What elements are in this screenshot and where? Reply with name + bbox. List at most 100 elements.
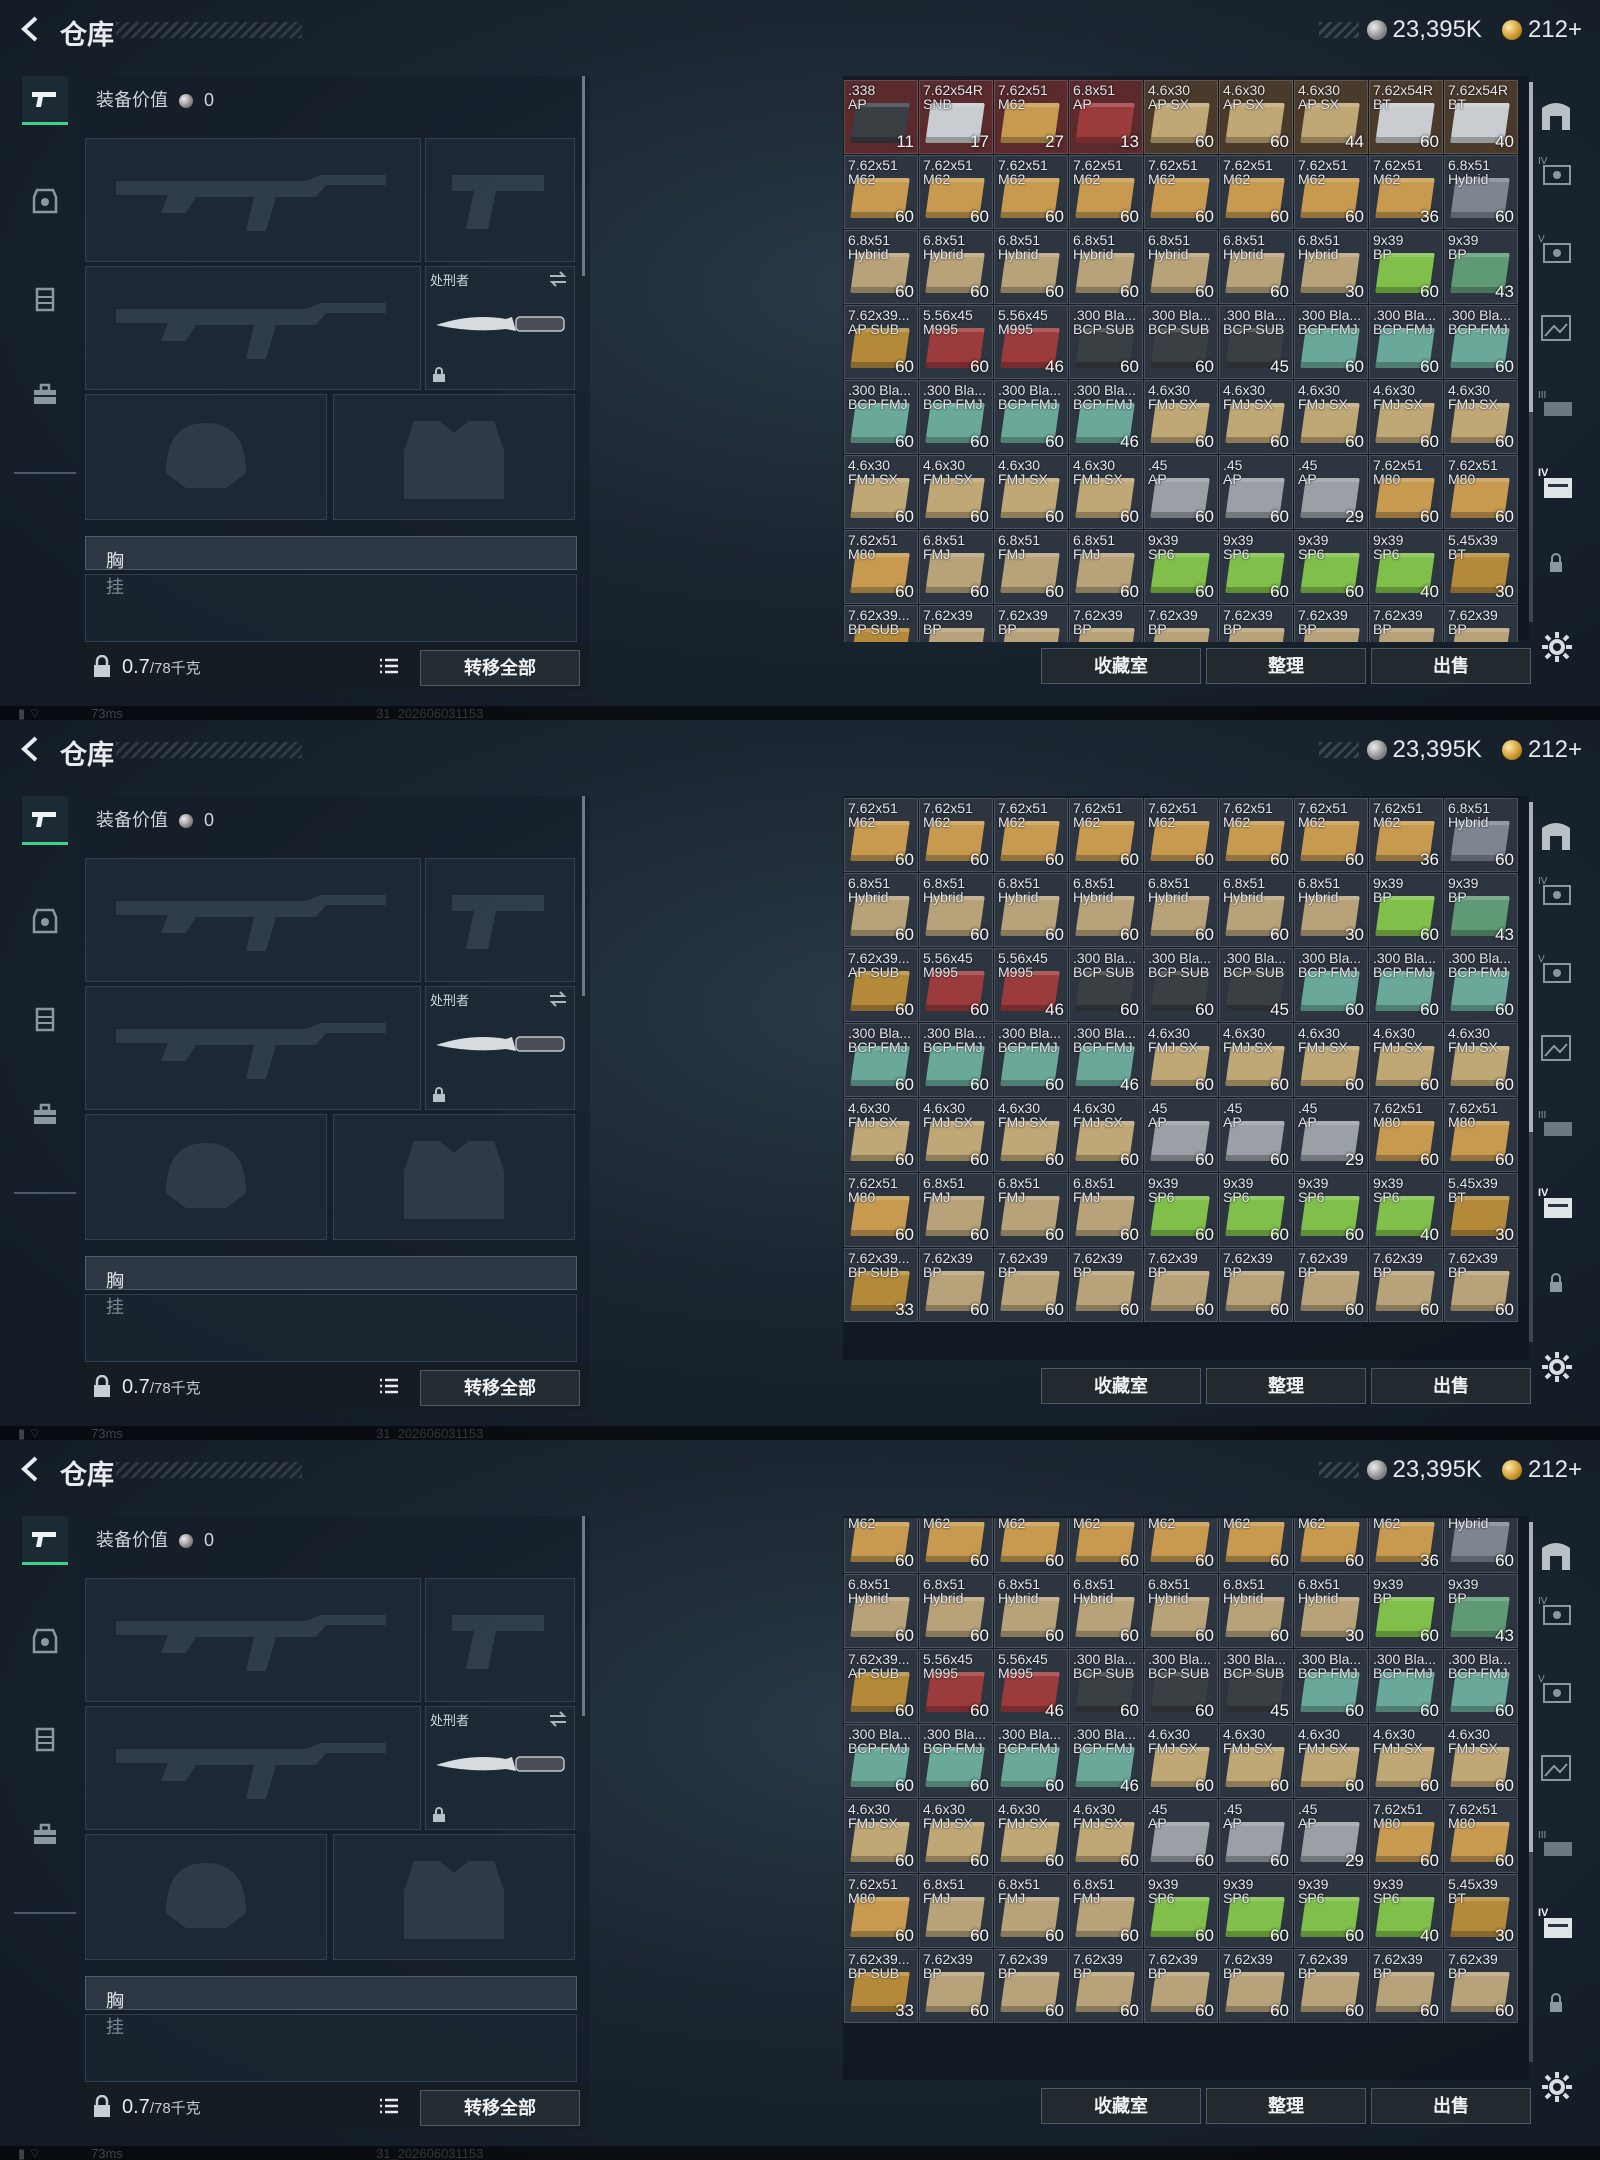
- chest-rig-slot[interactable]: [85, 574, 577, 642]
- pistol-slot[interactable]: [425, 1578, 575, 1702]
- safe-container-icon[interactable]: [1536, 96, 1576, 136]
- pistol-slot[interactable]: [425, 858, 575, 982]
- ammo-item[interactable]: 4.6x30 FMJ SX 60: [1294, 380, 1368, 454]
- ammo-item[interactable]: 4.6x30 AP SX 60: [1219, 80, 1293, 154]
- ammo-item[interactable]: .300 Bla... BCP FMJ 60: [844, 1724, 918, 1798]
- ammo-item[interactable]: .45 AP 60: [1144, 455, 1218, 529]
- ammo-item[interactable]: 9x39 SP6 40: [1369, 1874, 1443, 1948]
- primary-weapon-slot[interactable]: [85, 858, 421, 982]
- ammo-item[interactable]: 7.62x51 M62 60: [844, 798, 918, 872]
- ammo-item[interactable]: .300 Bla... BCP FMJ 46: [1069, 380, 1143, 454]
- melee-slot[interactable]: 处刑者: [425, 266, 575, 390]
- container-iv-icon[interactable]: IV: [1536, 1592, 1576, 1632]
- container-iv-active-icon[interactable]: IV: [1536, 1904, 1576, 1944]
- ammo-item[interactable]: 7.62x51 M80 60: [1369, 455, 1443, 529]
- ammo-item[interactable]: 7.62x51 M62 60: [919, 155, 993, 229]
- ammo-item[interactable]: 7.62x39 BP60: [1294, 1949, 1368, 2023]
- ammo-item[interactable]: 4.6x30 FMJ SX 60: [1369, 1724, 1443, 1798]
- ammo-item[interactable]: 7.62x39 BP60: [994, 605, 1068, 642]
- ammo-item[interactable]: 7.62x51 M62 60: [994, 1518, 1068, 1573]
- ammo-item[interactable]: 5.56x45 M995 46: [994, 305, 1068, 379]
- secondary-weapon-slot[interactable]: [85, 266, 421, 390]
- ammo-item[interactable]: 7.62x51 M62 60: [919, 1518, 993, 1573]
- ammo-item[interactable]: .300 Bla... BCP SUB 60: [1069, 305, 1143, 379]
- transfer-all-button[interactable]: 转移全部: [420, 650, 580, 686]
- ammo-item[interactable]: .45 AP 60: [1219, 1098, 1293, 1172]
- armor-slot[interactable]: [333, 394, 575, 520]
- secondary-weapon-slot[interactable]: [85, 986, 421, 1110]
- ammo-item[interactable]: 7.62x51 M80 60: [844, 1874, 918, 1948]
- ammo-item[interactable]: .300 Bla... BCP FMJ 60: [844, 380, 918, 454]
- ammo-item[interactable]: 7.62x39 BP60: [994, 1248, 1068, 1322]
- ammo-item[interactable]: 7.62x51 M62 60: [1069, 798, 1143, 872]
- ammo-item[interactable]: 4.6x30 FMJ SX 60: [994, 1098, 1068, 1172]
- ammo-item[interactable]: 7.62x39 BP60: [1294, 605, 1368, 642]
- container-iii-icon[interactable]: III: [1536, 386, 1576, 426]
- settings-gear-icon[interactable]: [1540, 1350, 1574, 1384]
- ammo-item[interactable]: 7.62x51 M62 60: [844, 1518, 918, 1573]
- ammo-item[interactable]: 7.62x51 M62 60: [1219, 155, 1293, 229]
- ammo-item[interactable]: 6.8x51 Hybrid 60: [994, 230, 1068, 304]
- ammo-item[interactable]: 7.62x39 BP60: [1369, 1949, 1443, 2023]
- tab-rig[interactable]: [22, 1716, 68, 1762]
- ammo-item[interactable]: 7.62x51 M80 60: [1369, 1098, 1443, 1172]
- equipment-scrollbar[interactable]: [582, 1516, 585, 1716]
- ammo-item[interactable]: 6.8x51 Hybrid 30: [1294, 1574, 1368, 1648]
- ammo-item[interactable]: 4.6x30 AP SX 60: [1144, 80, 1218, 154]
- ammo-item[interactable]: 9x39 SP6 60: [1219, 530, 1293, 604]
- stash-scrollbar[interactable]: [1529, 802, 1533, 1342]
- ammo-item[interactable]: 9x39 BP 60: [1369, 230, 1443, 304]
- tab-armor[interactable]: [22, 1618, 68, 1664]
- list-icon[interactable]: [378, 2096, 400, 2116]
- container-iv-active-icon[interactable]: IV: [1536, 1184, 1576, 1224]
- ammo-item[interactable]: 6.8x51 Hybrid 60: [1144, 1574, 1218, 1648]
- ammo-item[interactable]: 7.62x51 M62 60: [919, 798, 993, 872]
- ammo-item[interactable]: 4.6x30 FMJ SX 60: [994, 455, 1068, 529]
- ammo-item[interactable]: 4.6x30 FMJ SX 60: [1069, 1799, 1143, 1873]
- ammo-item[interactable]: 7.62x39 BP60: [1144, 1949, 1218, 2023]
- ammo-item[interactable]: .300 Bla... BCP FMJ 60: [1369, 948, 1443, 1022]
- equipment-scrollbar[interactable]: [582, 76, 585, 276]
- sell-button[interactable]: 出售: [1371, 2088, 1531, 2124]
- ammo-item[interactable]: 6.8x51 Hybrid 60: [1444, 798, 1518, 872]
- equipment-scrollbar[interactable]: [582, 796, 585, 996]
- melee-slot[interactable]: 处刑者: [425, 1706, 575, 1830]
- collection-room-button[interactable]: 收藏室: [1041, 2088, 1201, 2124]
- ammo-item[interactable]: .300 Bla... BCP FMJ 60: [1294, 948, 1368, 1022]
- ammo-item[interactable]: 6.8x51 Hybrid 60: [919, 1574, 993, 1648]
- tab-armor[interactable]: [22, 898, 68, 944]
- ammo-item[interactable]: .300 Bla... BCP FMJ 46: [1069, 1023, 1143, 1097]
- container-iii-icon[interactable]: III: [1536, 1826, 1576, 1866]
- container-iv-icon[interactable]: IV: [1536, 872, 1576, 912]
- ammo-item[interactable]: 9x39 SP6 60: [1219, 1173, 1293, 1247]
- ammo-item[interactable]: 4.6x30 FMJ SX 60: [1069, 1098, 1143, 1172]
- chest-rig-header[interactable]: 胸挂: [85, 1976, 577, 2037]
- ammo-item[interactable]: 6.8x51 FMJ 60: [1069, 1173, 1143, 1247]
- ammo-item[interactable]: 4.6x30 FMJ SX 60: [1294, 1724, 1368, 1798]
- transfer-all-button[interactable]: 转移全部: [420, 1370, 580, 1406]
- ammo-item[interactable]: 9x39 SP6 60: [1144, 530, 1218, 604]
- ammo-item[interactable]: 9x39 BP 43: [1444, 1574, 1518, 1648]
- helmet-slot[interactable]: [85, 1834, 327, 1960]
- ammo-item[interactable]: 6.8x51 Hybrid 60: [1219, 230, 1293, 304]
- ammo-item[interactable]: .45 AP 60: [1219, 455, 1293, 529]
- ammo-item[interactable]: 6.8x51 Hybrid 60: [844, 230, 918, 304]
- chest-rig-header[interactable]: 胸挂: [85, 536, 577, 597]
- ammo-item[interactable]: 7.62x39 BP60: [994, 1949, 1068, 2023]
- ammo-item[interactable]: 4.6x30 FMJ SX 60: [844, 1799, 918, 1873]
- ammo-item[interactable]: .300 Bla... BCP SUB 60: [1144, 948, 1218, 1022]
- ammo-item[interactable]: 7.62x51 M62 36: [1369, 155, 1443, 229]
- ammo-item[interactable]: 7.62x51 M62 60: [1069, 155, 1143, 229]
- container-image-icon[interactable]: [1536, 308, 1576, 348]
- tab-rig[interactable]: [22, 996, 68, 1042]
- ammo-item[interactable]: .45 AP 60: [1144, 1098, 1218, 1172]
- stash-scroll-thumb[interactable]: [1529, 802, 1533, 1132]
- ammo-item[interactable]: 4.6x30 FMJ SX 60: [1144, 1724, 1218, 1798]
- ammo-item[interactable]: .300 Bla... BCP FMJ 60: [994, 380, 1068, 454]
- ammo-item[interactable]: 7.62x39 BP60: [1069, 1248, 1143, 1322]
- chest-rig-slot[interactable]: [85, 1294, 577, 1362]
- ammo-item[interactable]: .300 Bla... BCP SUB 45: [1219, 305, 1293, 379]
- tab-weapons[interactable]: [22, 796, 68, 845]
- ammo-item[interactable]: 6.8x51 Hybrid 60: [1444, 1518, 1518, 1573]
- ammo-item[interactable]: 9x39 SP6 60: [1294, 1874, 1368, 1948]
